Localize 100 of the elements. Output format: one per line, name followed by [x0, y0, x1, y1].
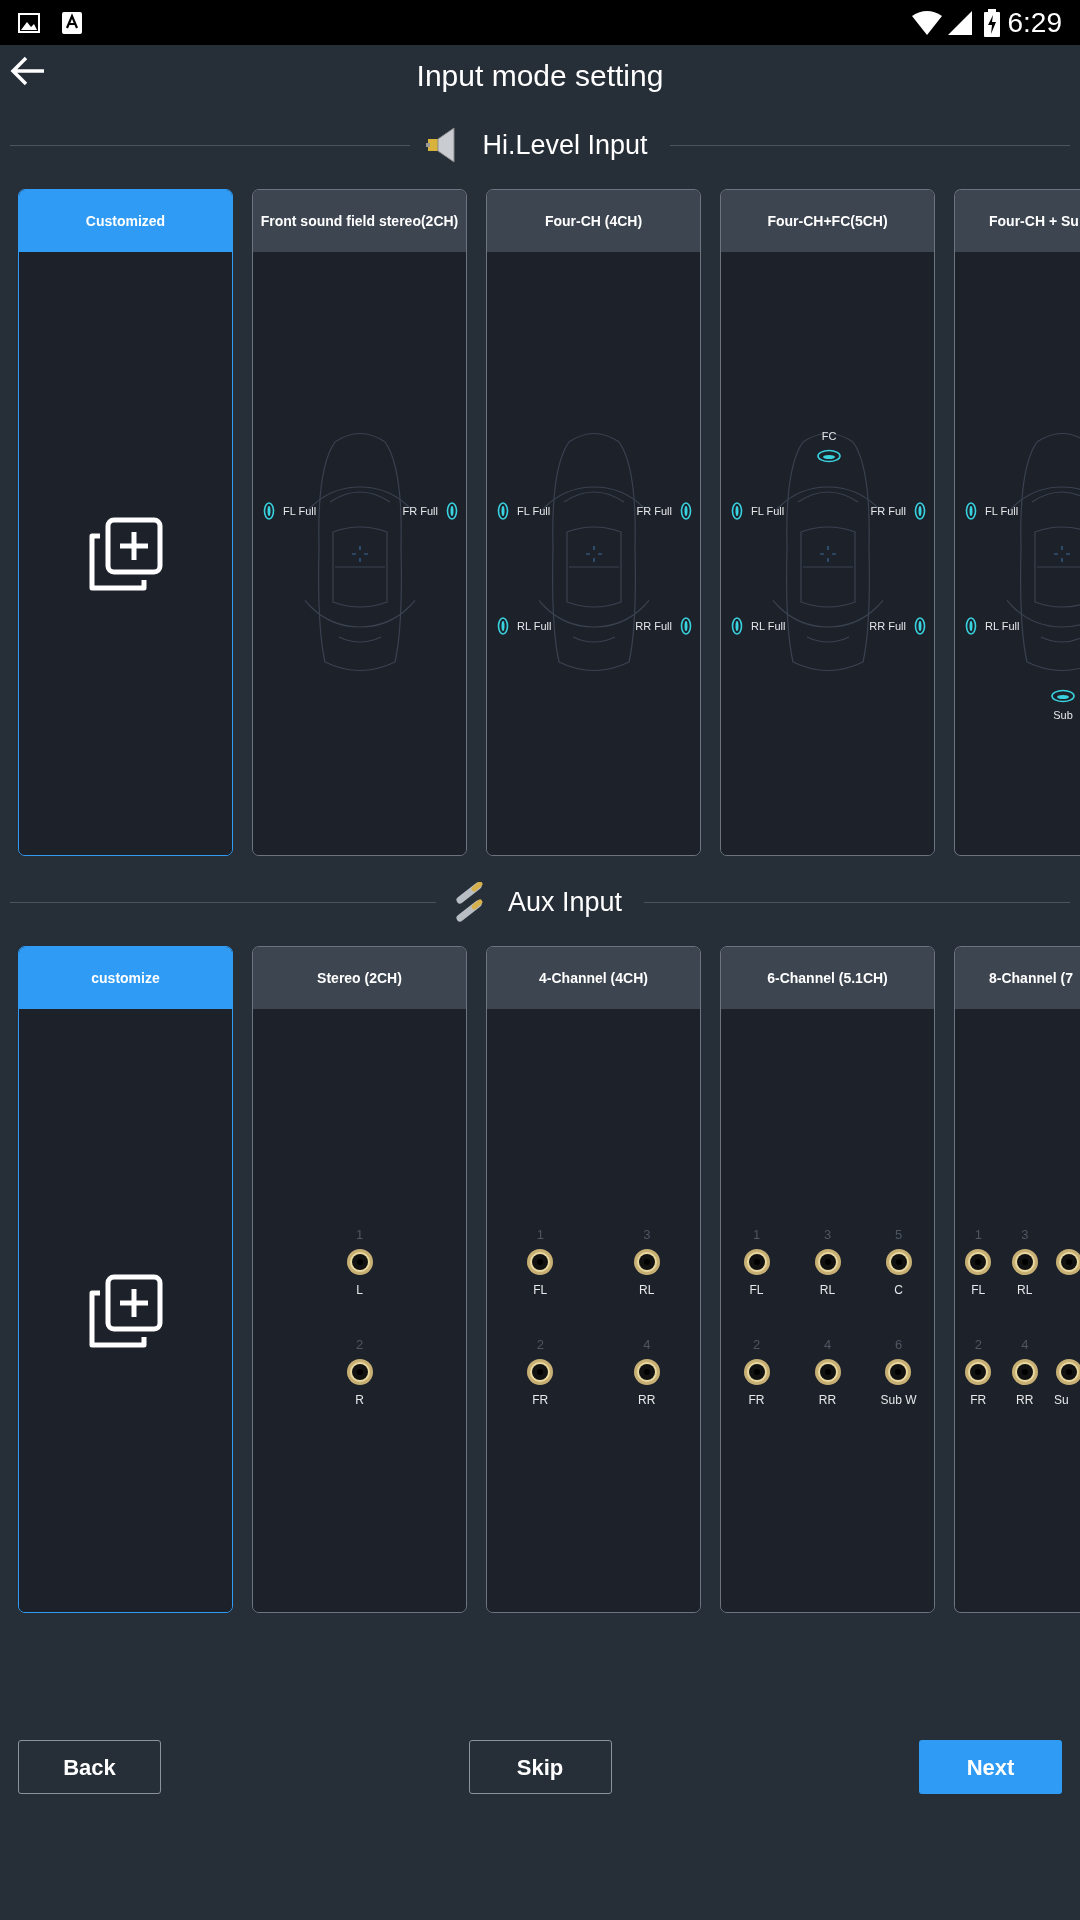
nav-button[interactable]: Back: [18, 1740, 161, 1794]
speaker-icon: [914, 502, 926, 520]
speaker-icon: [965, 617, 977, 635]
speaker-icon: [817, 448, 841, 463]
rca-jack-icon: [1009, 1247, 1040, 1277]
mode-card[interactable]: 8-Channel (7 1 FL 2 FR 3 RL 4 RR Su: [954, 946, 1080, 1613]
wifi-icon: [911, 10, 942, 35]
clock-time: 6:29: [1007, 5, 1062, 40]
mode-card[interactable]: Front sound field stereo(2CH) FL Full FR Full: [252, 189, 467, 856]
speaker-icon: [497, 502, 509, 520]
speaker-label: RL Full: [985, 618, 1020, 634]
jack-label: FR: [748, 1392, 765, 1407]
rca-jack-icon: [741, 1357, 772, 1387]
card-title: 4-Channel (4CH): [539, 968, 648, 988]
jack-label: R: [355, 1392, 364, 1407]
rca-jack-icon: [631, 1357, 662, 1387]
speaker-icon: [680, 617, 692, 635]
jack-label: FR: [970, 1392, 987, 1407]
speaker-label: FL Full: [985, 503, 1019, 519]
speaker-icon: [731, 617, 743, 635]
speaker-icon: [914, 617, 926, 635]
channel-number: 3: [823, 1227, 832, 1243]
mode-card[interactable]: 4-Channel (4CH) 1 FL 2 FR 3 RL 4 RR: [486, 946, 701, 1613]
speaker-label: Sub: [1053, 708, 1073, 723]
speaker-icon: [680, 502, 692, 520]
speaker-icon: [263, 502, 275, 520]
rca-jack-icon: [525, 1357, 556, 1387]
jack-label: Su: [1054, 1392, 1069, 1407]
channel-number: 1: [536, 1227, 544, 1243]
image-icon: [18, 12, 40, 33]
font-icon: [62, 11, 82, 34]
speaker-label: FR Full: [870, 503, 906, 519]
speaker-label: FL Full: [517, 503, 551, 519]
jack-label: RR: [638, 1392, 656, 1407]
speaker-icon: [446, 502, 458, 520]
page-title: Input mode setting: [416, 57, 664, 94]
channel-number: 5: [894, 1227, 903, 1243]
rca-jack-icon: [963, 1357, 994, 1387]
jack-label: L: [356, 1282, 363, 1297]
channel-number: 1: [355, 1227, 364, 1243]
section-title: Hi.Level Input: [481, 128, 649, 162]
speaker-icon: [497, 617, 509, 635]
channel-number: 4: [1021, 1337, 1029, 1353]
card-title: Customized: [85, 211, 166, 231]
rca-jack-icon: [631, 1247, 662, 1277]
card-title: Four-CH (4CH): [544, 211, 643, 231]
rca-jack-icon: [741, 1247, 772, 1277]
speaker-label: FL Full: [283, 503, 317, 519]
channel-number: 2: [752, 1337, 761, 1353]
speaker-icon: [965, 502, 977, 520]
mode-card[interactable]: Stereo (2CH) 1 L 2 R: [252, 946, 467, 1613]
rca-jack-icon: [883, 1357, 914, 1387]
channel-number: 2: [974, 1337, 982, 1353]
speaker-label: RL Full: [517, 618, 552, 634]
signal-icon: [947, 10, 972, 35]
rca-jack-icon: [344, 1357, 375, 1387]
rca-jack-icon: [344, 1247, 375, 1277]
card-title: Stereo (2CH): [317, 968, 402, 988]
card-title: customize: [91, 968, 160, 988]
mode-card[interactable]: Four-CH (4CH) FL Full FR Full RL Full RR Full: [486, 189, 701, 856]
speaker-label: RR Full: [635, 618, 672, 634]
nav-button[interactable]: Skip: [468, 1740, 612, 1794]
speaker-label: RR Full: [869, 618, 906, 634]
card-title: 8-Channel (7: [989, 968, 1073, 988]
card-title: Four-CH + Su: [989, 211, 1079, 231]
rca-jack-icon: [1009, 1357, 1040, 1387]
channel-number: 3: [1021, 1227, 1029, 1243]
battery-icon: [983, 8, 1000, 37]
speaker-label: FC: [821, 429, 837, 444]
card-title: 6-Channel (5.1CH): [767, 968, 888, 988]
back-arrow-icon[interactable]: [10, 55, 46, 87]
channel-number: 4: [643, 1337, 651, 1353]
rca-jack-icon: [1054, 1357, 1080, 1387]
speaker-label: FL Full: [751, 503, 785, 519]
jack-label: FR: [532, 1392, 549, 1407]
channel-number: 1: [752, 1227, 761, 1243]
jack-label: FL: [533, 1282, 548, 1297]
speaker-label: FR Full: [636, 503, 672, 519]
mode-card[interactable]: Four-CH+FC(5CH) FC FL Full FR Full RL Full RR Full: [720, 189, 935, 856]
rca-jack-icon: [812, 1357, 843, 1387]
channel-number: 2: [536, 1337, 544, 1353]
speaker-label: FR Full: [402, 503, 438, 519]
card-title: Front sound field stereo(2CH): [260, 211, 459, 231]
speaker-icon: [1051, 689, 1075, 703]
jack-label: RL: [819, 1282, 836, 1297]
mode-card[interactable]: Four-CH + Su FL Full RL Full Sub: [954, 189, 1080, 856]
channel-number: 4: [823, 1337, 832, 1353]
jack-label: RR: [818, 1392, 837, 1407]
speaker-icon: [731, 502, 743, 520]
jack-label: C: [894, 1282, 903, 1297]
channel-number: 3: [643, 1227, 651, 1243]
jack-label: Sub W: [880, 1392, 917, 1407]
speaker-label: RL Full: [751, 618, 786, 634]
section-title: Aux Input: [506, 885, 624, 919]
rca-jack-icon: [963, 1247, 994, 1277]
channel-number: 2: [355, 1337, 364, 1353]
jack-label: RR: [1016, 1392, 1034, 1407]
jack-label: RL: [639, 1282, 655, 1297]
channel-number: 1: [974, 1227, 982, 1243]
jack-label: FL: [749, 1282, 764, 1297]
